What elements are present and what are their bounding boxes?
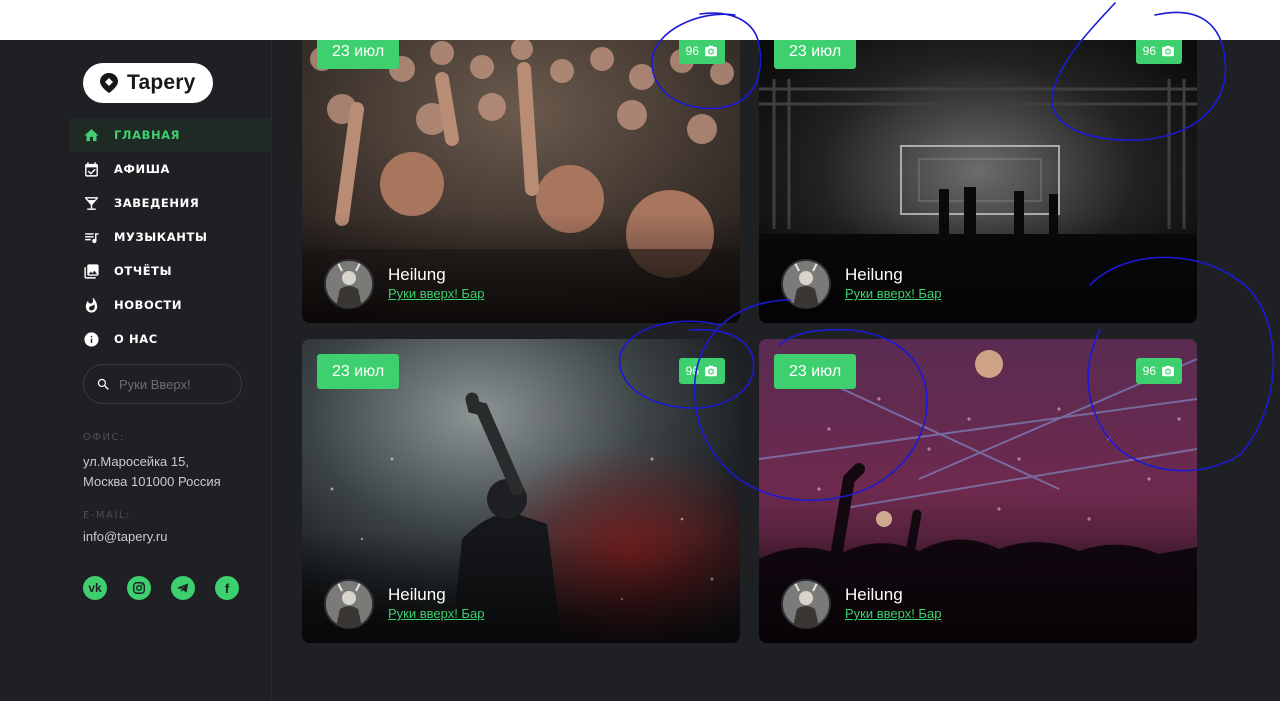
info-icon — [83, 331, 100, 348]
telegram-icon[interactable] — [171, 576, 195, 600]
artist-avatar[interactable] — [324, 579, 374, 629]
photo-count: 96 — [1142, 364, 1156, 378]
artist-name[interactable]: Heilung — [845, 265, 941, 285]
artist-avatar[interactable] — [781, 579, 831, 629]
email-label: E-MAIL: — [83, 510, 131, 521]
office-address-line2: Москва 101000 Россия — [83, 474, 221, 489]
search-box[interactable] — [83, 364, 242, 404]
calendar-icon — [83, 161, 100, 178]
photo-count: 96 — [685, 364, 699, 378]
pin-logo-icon — [100, 73, 118, 93]
nav-item-label: НОВОСТИ — [114, 298, 183, 312]
sidebar: Tapery ГЛАВНАЯ АФИША ЗАВЕДЕНИЯ МУЗЫКАНТЫ… — [0, 40, 272, 701]
camera-icon — [1162, 365, 1174, 377]
event-card[interactable]: 23 июл 96 Heilung Руки вверх! Бар — [759, 339, 1197, 643]
artist-avatar[interactable] — [324, 259, 374, 309]
event-card[interactable]: 23 июл 96 Heilung Руки вверх! Бар — [302, 339, 740, 643]
app-window: Tapery ГЛАВНАЯ АФИША ЗАВЕДЕНИЯ МУЗЫКАНТЫ… — [0, 40, 1280, 701]
office-label: ОФИС: — [83, 432, 125, 443]
social-links: vk f — [83, 576, 239, 600]
artist-block: Heilung Руки вверх! Бар — [324, 259, 484, 309]
vk-icon[interactable]: vk — [83, 576, 107, 600]
artist-name[interactable]: Heilung — [845, 585, 941, 605]
nav-item-venues[interactable]: ЗАВЕДЕНИЯ — [69, 186, 272, 220]
venue-link[interactable]: Руки вверх! Бар — [388, 285, 484, 303]
search-icon — [97, 378, 109, 390]
venue-link[interactable]: Руки вверх! Бар — [845, 285, 941, 303]
photo-count: 96 — [685, 44, 699, 58]
nav-item-label: ОТЧЁТЫ — [114, 264, 173, 278]
email-link[interactable]: info@tapery.ru — [83, 527, 168, 547]
event-card[interactable]: 23 июл 96 Heilung Руки вверх! Бар — [759, 40, 1197, 323]
nav-item-news[interactable]: НОВОСТИ — [69, 288, 272, 322]
photo-count-badge: 96 — [678, 358, 725, 384]
artist-avatar[interactable] — [781, 259, 831, 309]
photo-count-badge: 96 — [678, 40, 725, 64]
browser-top-area — [0, 0, 1280, 40]
home-icon — [83, 127, 100, 144]
search-input[interactable] — [119, 376, 239, 392]
nav-item-about[interactable]: О НАС — [69, 322, 272, 356]
nav-item-home[interactable]: ГЛАВНАЯ — [69, 118, 272, 152]
event-card[interactable]: 23 июл 96 Heilung Руки вверх! Бар — [302, 40, 740, 323]
date-badge: 23 июл — [774, 354, 857, 389]
camera-icon — [1162, 45, 1174, 57]
camera-icon — [705, 365, 717, 377]
nav-item-label: ГЛАВНАЯ — [114, 128, 181, 142]
artist-name[interactable]: Heilung — [388, 265, 484, 285]
main-nav: ГЛАВНАЯ АФИША ЗАВЕДЕНИЯ МУЗЫКАНТЫ ОТЧЁТЫ… — [69, 118, 272, 356]
camera-icon — [705, 45, 717, 57]
nav-item-afisha[interactable]: АФИША — [69, 152, 272, 186]
fire-icon — [83, 296, 100, 314]
playlist-icon — [83, 229, 100, 246]
photo-count-badge: 96 — [1135, 40, 1182, 64]
instagram-icon[interactable] — [127, 576, 151, 600]
artist-block: Heilung Руки вверх! Бар — [781, 259, 941, 309]
artist-name[interactable]: Heilung — [388, 585, 484, 605]
logo[interactable]: Tapery — [83, 63, 213, 103]
date-badge: 23 июл — [317, 40, 400, 69]
photo-count: 96 — [1142, 44, 1156, 58]
date-badge: 23 июл — [774, 40, 857, 69]
facebook-icon[interactable]: f — [215, 576, 239, 600]
office-address-line1: ул.Маросейка 15, — [83, 454, 189, 469]
nav-item-label: ЗАВЕДЕНИЯ — [114, 196, 200, 210]
venue-link[interactable]: Руки вверх! Бар — [845, 605, 941, 623]
artist-block: Heilung Руки вверх! Бар — [324, 579, 484, 629]
nav-item-label: АФИША — [114, 162, 171, 176]
nav-item-label: О НАС — [114, 332, 158, 346]
nav-item-reports[interactable]: ОТЧЁТЫ — [69, 254, 272, 288]
artist-block: Heilung Руки вверх! Бар — [781, 579, 941, 629]
nav-item-musicians[interactable]: МУЗЫКАНТЫ — [69, 220, 272, 254]
photo-count-badge: 96 — [1135, 358, 1182, 384]
cocktail-icon — [83, 195, 100, 212]
date-badge: 23 июл — [317, 354, 400, 389]
nav-item-label: МУЗЫКАНТЫ — [114, 230, 208, 244]
brand-name: Tapery — [127, 71, 196, 94]
venue-link[interactable]: Руки вверх! Бар — [388, 605, 484, 623]
photo-library-icon — [83, 263, 100, 280]
